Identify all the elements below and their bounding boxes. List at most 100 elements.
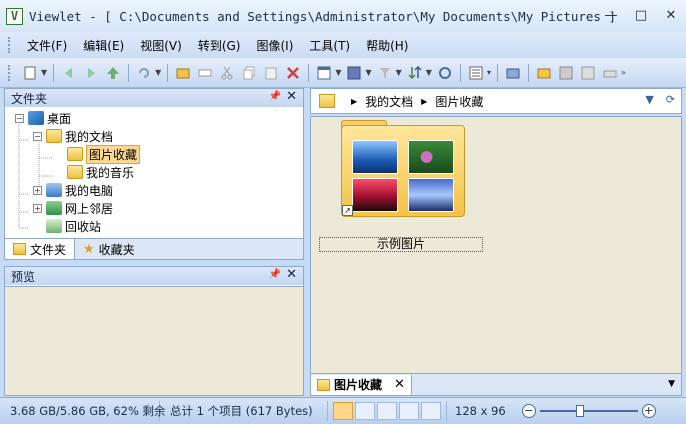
thumbnail-view: ↗ 示例图片 <box>310 116 682 374</box>
menu-go[interactable]: 转到(G) <box>190 37 249 54</box>
menu-grip[interactable] <box>8 37 11 53</box>
list-view-button[interactable] <box>377 402 397 420</box>
collapse-icon[interactable]: − <box>15 113 24 123</box>
tree-item-my-pictures[interactable]: 图片收藏 <box>67 144 141 164</box>
menu-file[interactable]: 文件(F) <box>19 37 75 54</box>
pin-icon[interactable]: 📌 <box>269 269 281 280</box>
toolbar-separator <box>53 63 55 82</box>
preview-panel: 预览 📌 ✕ <box>4 266 304 396</box>
zoom-slider-thumb[interactable] <box>575 405 584 417</box>
copy-to-icon[interactable] <box>174 64 192 82</box>
tab-my-pictures[interactable]: 图片收藏 ✕ <box>311 374 412 395</box>
tab-folders[interactable]: 文件夹 <box>5 239 76 259</box>
sort-icon[interactable] <box>406 64 424 82</box>
save-as-icon[interactable] <box>579 64 597 82</box>
folder-thumbnail[interactable]: ↗ <box>341 125 465 217</box>
tree-item-network-places[interactable]: + 网上邻居 <box>33 199 113 217</box>
item-count: 总计 1 个项目 (617 Bytes) <box>160 401 328 421</box>
folders-panel-header: 文件夹 📌 ✕ <box>5 89 303 107</box>
open-folder-icon[interactable] <box>535 64 553 82</box>
preview-panel-header: 预览 📌 ✕ <box>5 267 303 285</box>
tab-favorites[interactable]: ★ 收藏夹 <box>75 239 143 259</box>
breadcrumb-my-documents[interactable]: 我的文档 <box>365 93 413 110</box>
close-tab-icon[interactable]: ✕ <box>394 377 405 392</box>
breadcrumb-my-pictures[interactable]: 图片收藏 <box>435 93 483 110</box>
new-dropdown-icon[interactable]: ▼ <box>41 68 47 77</box>
preview-picture <box>408 178 454 212</box>
tabs-dropdown-icon[interactable]: ▼ <box>668 379 675 389</box>
toolbar-separator <box>496 63 498 82</box>
star-icon: ★ <box>83 241 95 257</box>
filter-dropdown-icon[interactable]: ▼ <box>396 68 402 77</box>
close-button[interactable]: ✕ <box>664 8 678 23</box>
toolbar-grip[interactable] <box>8 64 11 81</box>
undo-icon[interactable] <box>135 64 153 82</box>
minimize-button[interactable]: — <box>604 8 618 23</box>
toolbar-separator <box>527 63 529 82</box>
folder-icon <box>46 129 62 143</box>
tree-item-desktop[interactable]: − 桌面 <box>15 109 71 127</box>
tab-label: 图片收藏 <box>334 378 383 392</box>
address-dropdown-icon[interactable]: ▼ <box>645 93 653 106</box>
tree-item-my-music[interactable]: 我的音乐 <box>67 163 134 181</box>
menu-image[interactable]: 图像(I) <box>248 37 301 54</box>
back-icon[interactable] <box>60 64 78 82</box>
collapse-icon[interactable]: − <box>33 131 42 141</box>
breadcrumb-separator-icon[interactable]: ▶ <box>351 97 357 106</box>
toolbar: ▼ ▼ ▼ ▼ ▼ ▼ ▾ » <box>0 58 686 88</box>
save-icon[interactable] <box>557 64 575 82</box>
delete-icon[interactable] <box>284 64 302 82</box>
status-bar: 3.68 GB/5.86 GB, 62% 剩余 总计 1 个项目 (617 By… <box>0 397 686 424</box>
menu-view[interactable]: 视图(V) <box>132 37 190 54</box>
filmstrip-view-button[interactable] <box>399 402 419 420</box>
toolbar-overflow-icon[interactable]: » <box>621 68 626 77</box>
refresh-icon[interactable] <box>436 64 454 82</box>
views-icon[interactable] <box>315 64 333 82</box>
address-bar[interactable]: ▶ 我的文档 ▶ 图片收藏 ▼ ⟳ <box>310 88 682 114</box>
expand-icon[interactable]: + <box>33 185 42 195</box>
menu-tools[interactable]: 工具(T) <box>301 37 358 54</box>
menu-edit[interactable]: 编辑(E) <box>75 37 132 54</box>
sort-dropdown-icon[interactable]: ▼ <box>426 68 432 77</box>
expand-icon[interactable]: + <box>33 203 42 213</box>
undo-dropdown-icon[interactable]: ▼ <box>155 68 161 77</box>
filter-icon[interactable] <box>376 64 394 82</box>
forward-icon[interactable] <box>82 64 100 82</box>
preview-picture <box>408 140 454 174</box>
close-panel-icon[interactable]: ✕ <box>286 267 297 282</box>
tree-item-recycle-bin[interactable]: 回收站 <box>46 217 101 235</box>
tree-item-my-computer[interactable]: + 我的电脑 <box>33 181 113 199</box>
thumbnail-size-dropdown-icon[interactable]: ▼ <box>365 68 371 77</box>
refresh-icon[interactable]: ⟳ <box>666 93 675 106</box>
maximize-button[interactable]: □ <box>634 8 648 23</box>
thumbnails-view-button[interactable] <box>333 402 353 420</box>
tree-item-my-documents[interactable]: − 我的文档 <box>33 127 113 145</box>
folder-label[interactable]: 示例图片 <box>319 237 483 252</box>
folder-tree: − 桌面 − 我的文档 图片收藏 我的音乐 + 我的电脑 + 网上邻居 回收站 <box>4 108 304 238</box>
folder-icon <box>67 165 83 179</box>
zoom-out-button[interactable]: − <box>521 404 536 418</box>
close-panel-icon[interactable]: ✕ <box>286 89 297 104</box>
zoom-slider[interactable] <box>539 405 638 417</box>
zoom-in-button[interactable]: + <box>641 404 656 418</box>
paste-icon[interactable] <box>262 64 280 82</box>
up-icon[interactable] <box>104 64 122 82</box>
details-view-button[interactable] <box>421 402 441 420</box>
toolbar-overflow-icon[interactable]: ▾ <box>487 68 491 77</box>
toolbar-separator <box>459 63 461 82</box>
thumbnail-size-icon[interactable] <box>345 64 363 82</box>
menu-help[interactable]: 帮助(H) <box>358 37 416 54</box>
tree-item-label: 图片收藏 <box>86 144 141 164</box>
new-icon[interactable] <box>21 64 39 82</box>
cut-icon[interactable] <box>218 64 236 82</box>
slideshow-icon[interactable] <box>504 64 522 82</box>
tiles-view-button[interactable] <box>355 402 375 420</box>
properties-icon[interactable] <box>467 64 485 82</box>
pin-icon[interactable]: 📌 <box>269 91 281 102</box>
views-dropdown-icon[interactable]: ▼ <box>335 68 341 77</box>
copy-icon[interactable] <box>240 64 258 82</box>
print-icon[interactable] <box>601 64 619 82</box>
breadcrumb-separator-icon[interactable]: ▶ <box>421 97 427 106</box>
rename-icon[interactable] <box>196 64 214 82</box>
preview-picture <box>352 140 398 174</box>
